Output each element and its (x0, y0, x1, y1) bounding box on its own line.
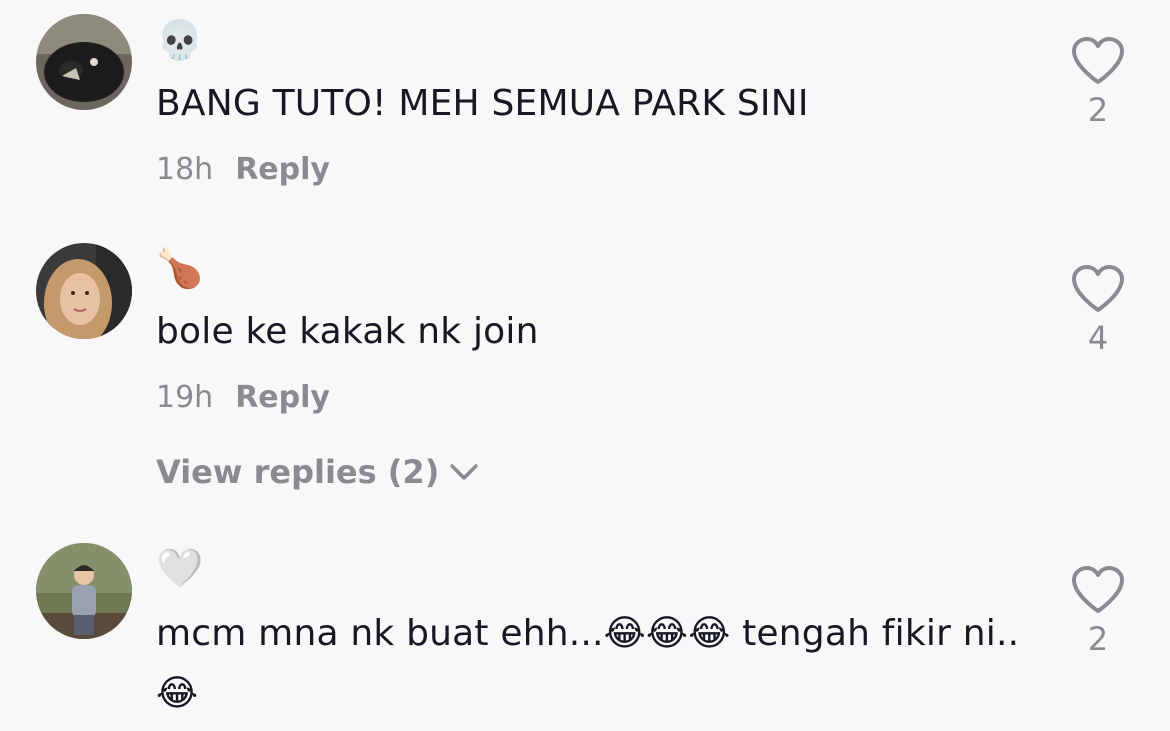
like-button[interactable]: 2 (1068, 565, 1128, 657)
like-button[interactable]: 2 (1068, 36, 1128, 128)
heart-icon (1072, 265, 1124, 312)
view-replies-button[interactable]: View replies (2) (156, 450, 479, 494)
comment-text: mcm mna nk buat ehh...😂😂😂 tengah fikir n… (156, 613, 1020, 714)
heart-icon (1072, 37, 1124, 84)
comment-meta: 18h Reply (156, 150, 330, 190)
avatar[interactable] (36, 243, 132, 339)
comment-meta: 19h Reply (156, 378, 330, 418)
reply-button[interactable]: Reply (235, 152, 330, 187)
comment-time: 18h (156, 152, 214, 187)
chevron-down-icon (450, 464, 479, 480)
heart-icon (1072, 566, 1124, 613)
comment-username[interactable]: 🍗 (156, 242, 203, 294)
like-button[interactable]: 4 (1068, 264, 1128, 356)
avatar[interactable] (36, 543, 132, 639)
comment-username[interactable]: 💀 (156, 14, 203, 66)
comment-text: bole ke kakak nk join (156, 311, 539, 352)
reply-button[interactable]: Reply (235, 380, 330, 415)
avatar[interactable] (36, 14, 132, 110)
like-count: 4 (1087, 319, 1109, 357)
view-replies-label: View replies (2) (156, 453, 440, 491)
comment-username[interactable]: 🤍 (156, 542, 203, 594)
like-count: 2 (1087, 620, 1109, 658)
comment-time: 19h (156, 380, 214, 415)
like-count: 2 (1087, 91, 1109, 129)
comment-text: BANG TUTO! MEH SEMUA PARK SINI (156, 83, 809, 124)
